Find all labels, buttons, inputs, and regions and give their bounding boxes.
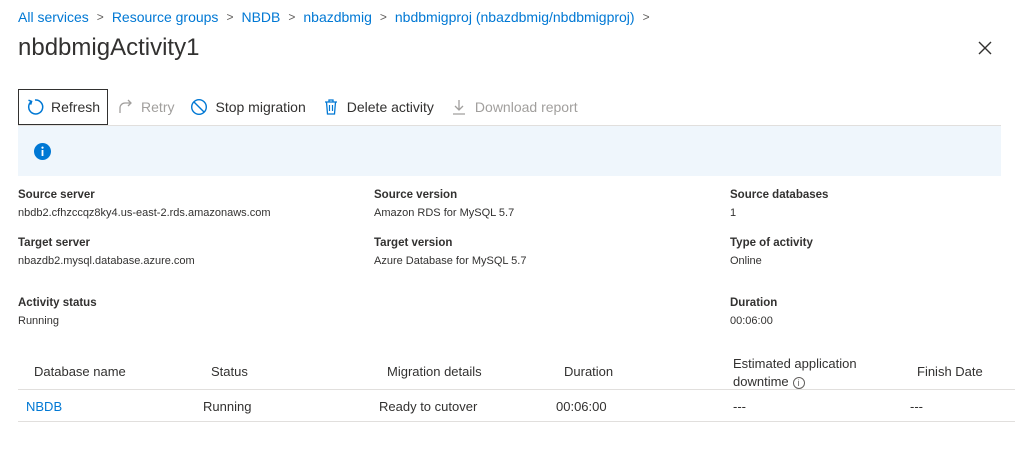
chevron-right-icon: > [379,10,387,24]
duration-field: Duration 00:06:00 [730,297,777,327]
breadcrumb-all-services[interactable]: All services [18,9,89,25]
table-row: NBDB Running Ready to cutover 00:06:00 -… [18,390,1015,422]
duration-value: 00:06:00 [730,315,773,327]
source-version-field: Source version Amazon RDS for MySQL 5.7 [374,189,514,219]
source-server-field: Source server nbdb2.cfhzccqz8ky4.us-east… [18,189,271,219]
header-downtime-line1: Estimated application [733,356,857,371]
header-database-name[interactable]: Database name [34,364,126,379]
header-estimated-downtime[interactable]: Estimated application downtime i [733,355,857,391]
download-icon [450,98,468,116]
refresh-button[interactable]: Refresh [18,89,109,125]
target-server-field: Target server nbazdb2.mysql.database.azu… [18,237,195,267]
trash-icon [322,98,340,116]
target-version-value: Azure Database for MySQL 5.7 [374,255,527,267]
activity-status-field: Activity status Running [18,297,97,327]
row-duration: 00:06:00 [556,399,607,414]
source-databases-value: 1 [730,207,737,219]
breadcrumb-nbazdbmig[interactable]: nbazdbmig [303,9,372,25]
header-downtime-line2: downtime [733,374,789,389]
chevron-right-icon: > [226,10,234,24]
activity-status-label: Activity status [18,297,97,309]
type-of-activity-label: Type of activity [730,237,813,249]
target-version-label: Target version [374,237,453,249]
grid-header: Database name Status Migration details D… [18,352,1015,390]
info-banner [18,126,1001,176]
refresh-label: Refresh [51,99,101,115]
stop-migration-button[interactable]: Stop migration [182,89,313,125]
source-version-value: Amazon RDS for MySQL 5.7 [374,207,515,219]
source-version-label: Source version [374,189,458,201]
header-migration-details[interactable]: Migration details [387,364,482,379]
close-icon [978,41,992,55]
row-migration-details: Ready to cutover [379,399,478,414]
duration-label: Duration [730,297,778,309]
stop-migration-label: Stop migration [215,99,306,115]
database-grid: Database name Status Migration details D… [18,352,1015,422]
header-status[interactable]: Status [211,364,248,379]
activity-status-value: Running [18,315,59,327]
type-of-activity-field: Type of activity Online [730,237,813,267]
row-status: Running [203,399,252,414]
target-server-label: Target server [18,237,91,249]
source-server-label: Source server [18,189,95,201]
breadcrumb-nbdb[interactable]: NBDB [241,9,280,25]
header-finish-date[interactable]: Finish Date [917,364,983,379]
retry-button[interactable]: Retry [108,89,182,125]
download-report-button[interactable]: Download report [442,89,586,125]
retry-icon [116,98,134,116]
breadcrumb: All services > Resource groups > NBDB > … [18,8,658,26]
breadcrumb-project[interactable]: nbdbmigproj (nbazdbmig/nbdbmigproj) [395,9,635,25]
delete-activity-button[interactable]: Delete activity [314,89,442,125]
target-server-value: nbazdb2.mysql.database.azure.com [18,255,195,267]
close-button[interactable] [975,38,995,58]
type-of-activity-value: Online [730,255,762,267]
download-report-label: Download report [474,99,578,115]
source-server-value: nbdb2.cfhzccqz8ky4.us-east-2.rds.amazona… [18,207,271,219]
chevron-right-icon: > [642,10,650,24]
chevron-right-icon: > [288,10,296,24]
page-title: nbdbmigActivity1 [18,34,200,61]
row-database-name-link[interactable]: NBDB [26,399,62,414]
row-finish-date: --- [910,399,923,414]
source-databases-label: Source databases [730,189,829,201]
source-databases-field: Source databases 1 [730,189,828,219]
stop-icon [190,98,208,116]
retry-label: Retry [141,99,175,115]
delete-activity-label: Delete activity [346,99,434,115]
refresh-icon [26,98,44,116]
info-icon [34,142,51,160]
target-version-field: Target version Azure Database for MySQL … [374,237,526,267]
breadcrumb-resource-groups[interactable]: Resource groups [112,9,219,25]
info-icon[interactable]: i [792,376,805,389]
command-bar: Refresh Retry Stop migration Delete acti… [18,89,586,125]
chevron-right-icon: > [96,10,104,24]
row-downtime: --- [733,399,746,414]
header-duration[interactable]: Duration [564,364,613,379]
